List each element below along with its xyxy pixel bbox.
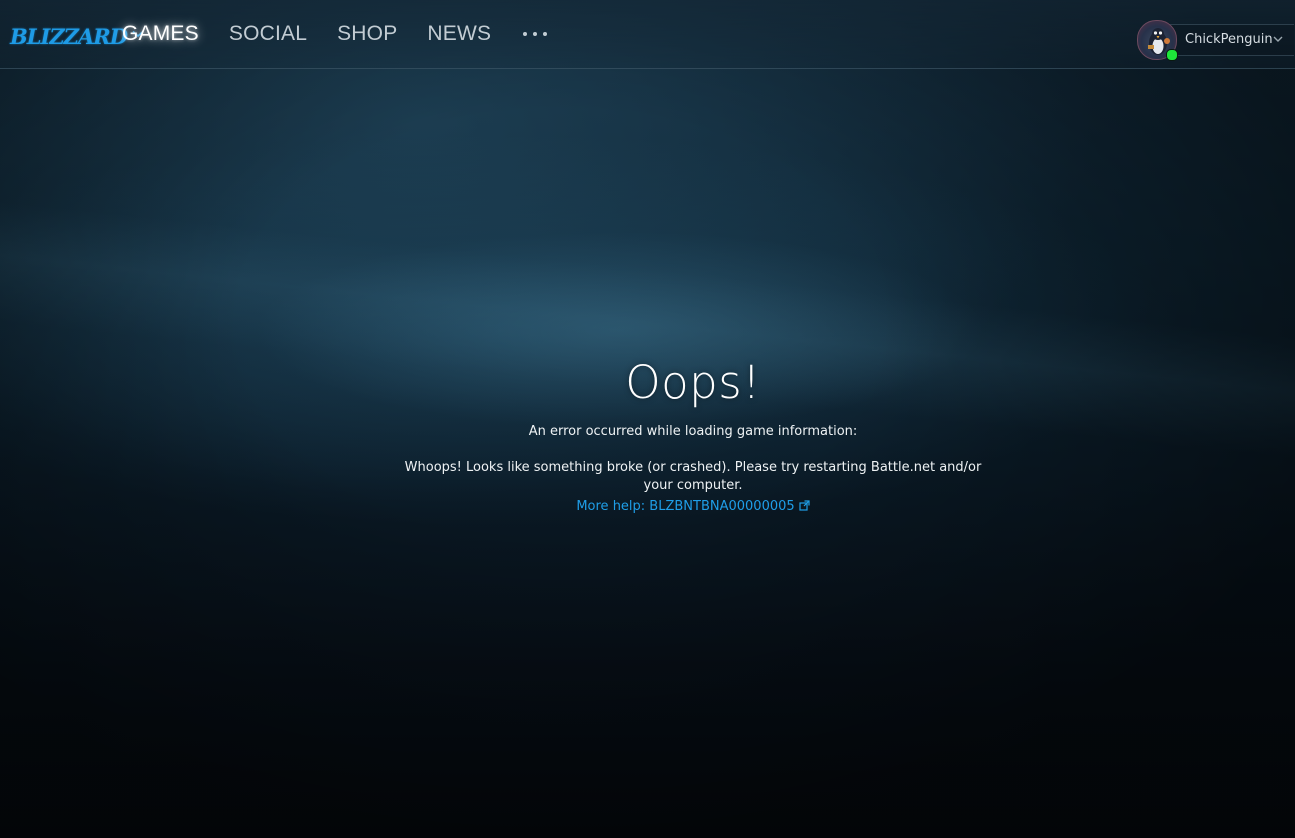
account-menu[interactable]: ChickPenguin bbox=[1137, 20, 1295, 61]
top-navigation-bar: BLIZZARD GAMES SOCIAL SHOP NEWS ChickPen… bbox=[0, 0, 1295, 69]
more-help-link[interactable]: More help: BLZBNTBNA00000005 bbox=[576, 498, 810, 516]
nav-games[interactable]: GAMES bbox=[122, 22, 199, 46]
online-status-indicator bbox=[1166, 49, 1178, 61]
blizzard-logo: BLIZZARD bbox=[10, 23, 128, 49]
main-nav: GAMES SOCIAL SHOP NEWS bbox=[122, 0, 548, 68]
username: ChickPenguin bbox=[1185, 32, 1273, 47]
nav-social[interactable]: SOCIAL bbox=[229, 22, 307, 46]
error-subtitle: An error occurred while loading game inf… bbox=[528, 424, 858, 439]
external-link-icon bbox=[799, 500, 810, 511]
chevron-down-icon bbox=[1273, 36, 1283, 42]
error-panel: Oops! An error occurred while loading ga… bbox=[392, 354, 994, 516]
error-detail: Whoops! Looks like something broke (or c… bbox=[404, 460, 982, 493]
error-title: Oops! bbox=[625, 356, 761, 409]
nav-shop[interactable]: SHOP bbox=[337, 22, 397, 46]
nav-news[interactable]: NEWS bbox=[427, 22, 491, 46]
more-help-link-text: More help: BLZBNTBNA00000005 bbox=[576, 499, 795, 514]
more-dots-icon[interactable] bbox=[523, 29, 548, 39]
